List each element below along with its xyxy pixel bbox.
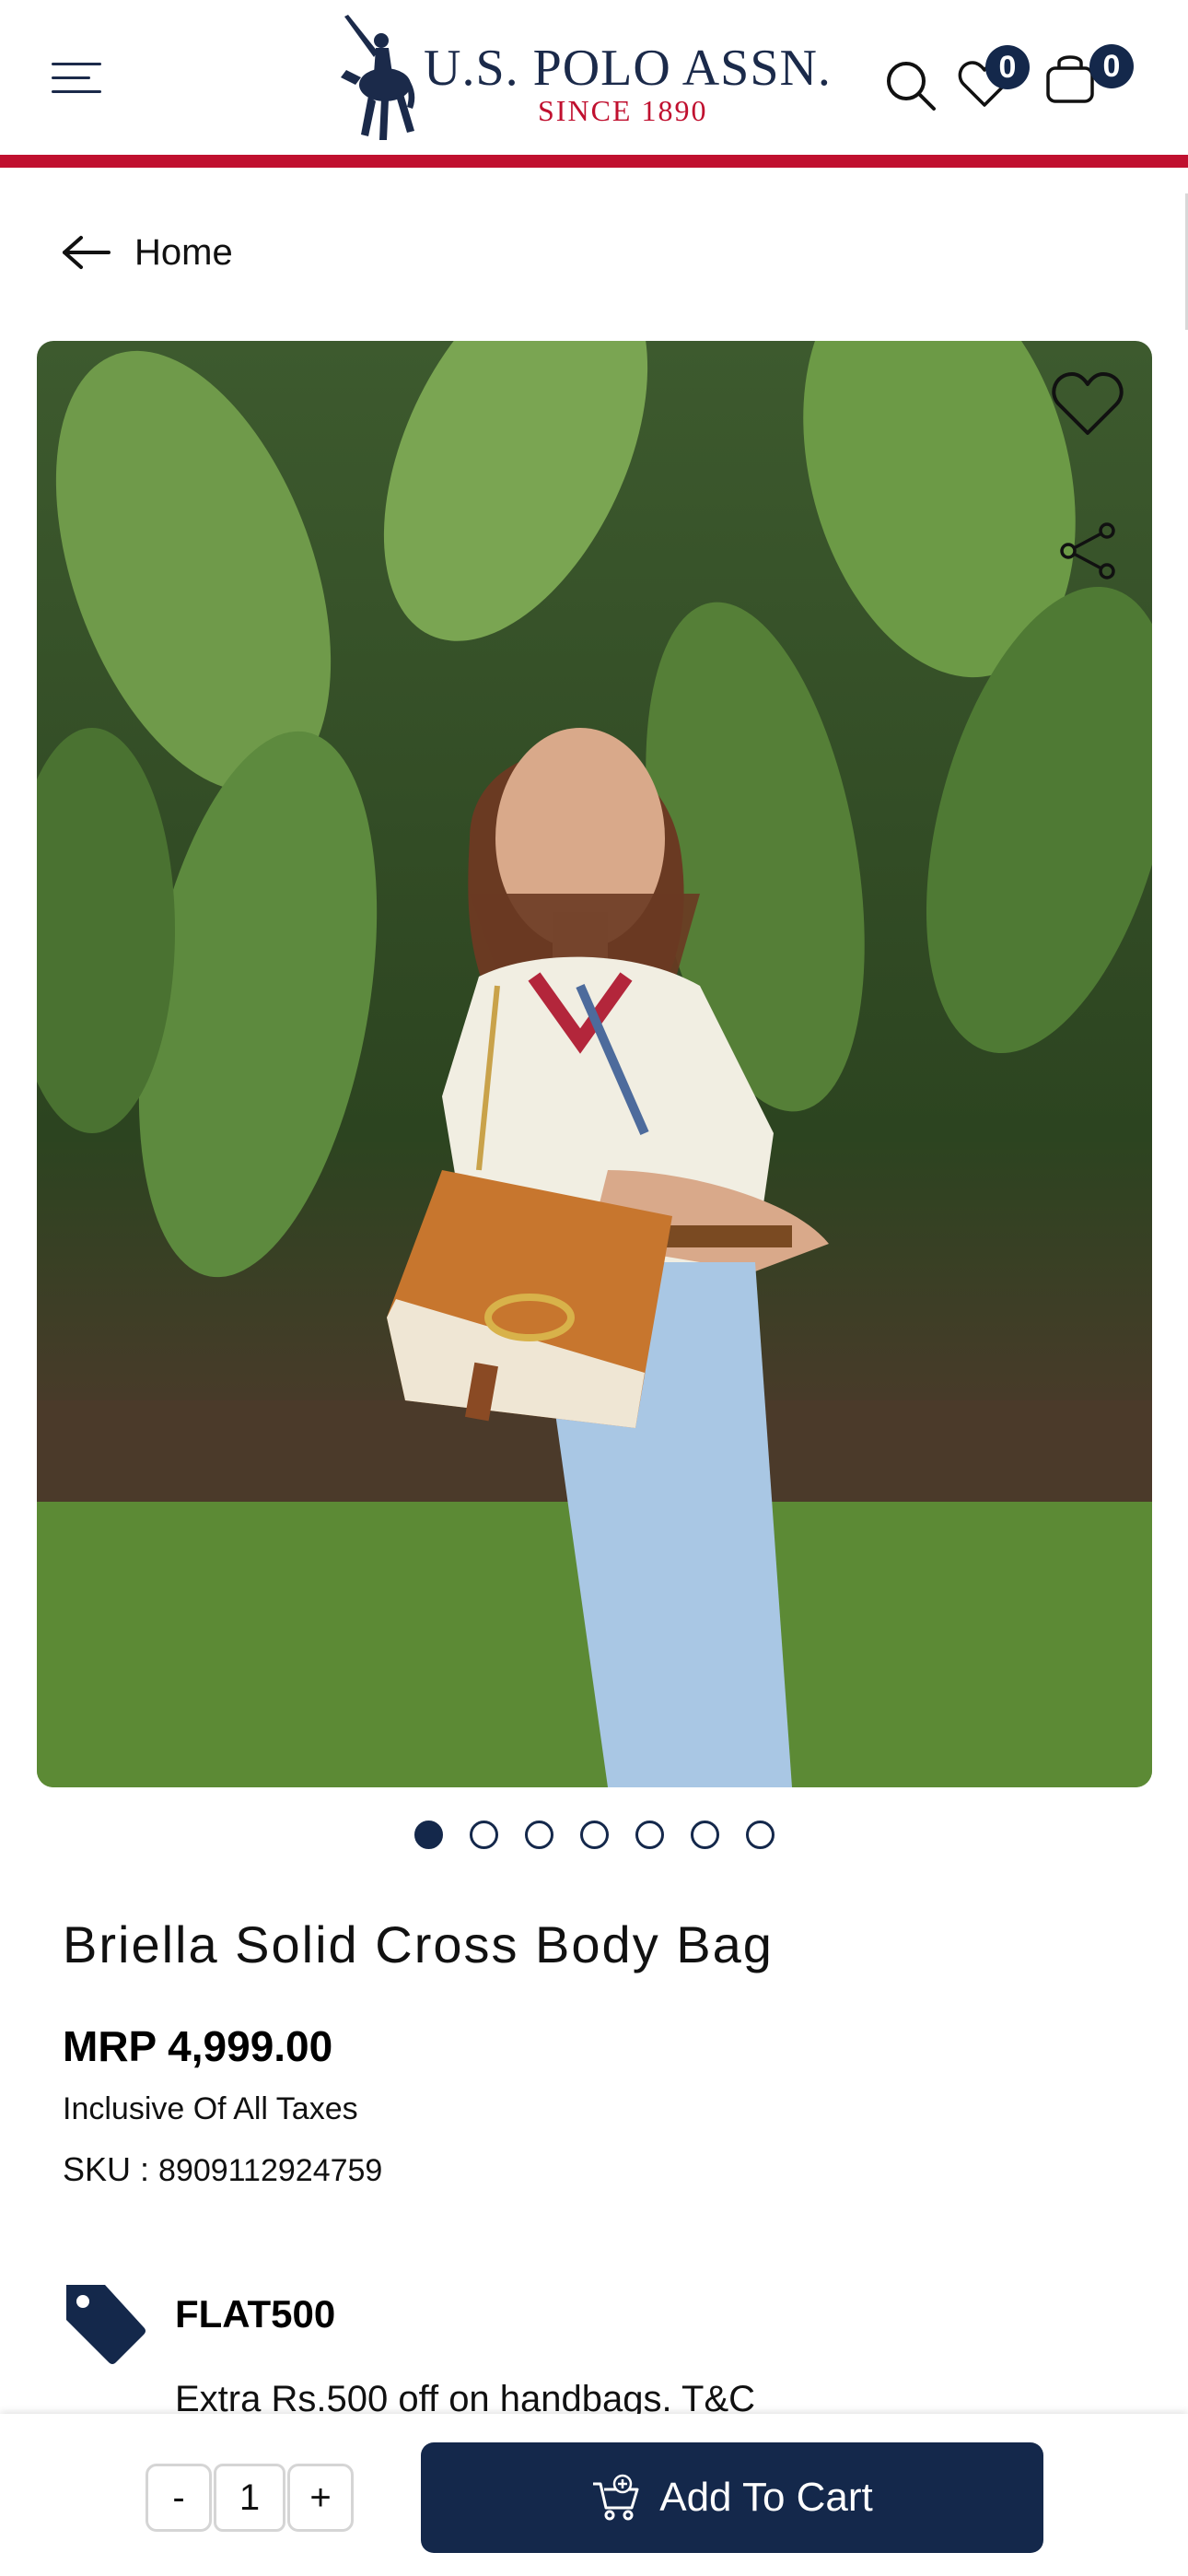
carousel-dot[interactable] [413,1821,443,1849]
quantity-value[interactable]: 1 [214,2464,285,2532]
wishlist-count-badge: 0 [985,45,1030,89]
carousel-dot[interactable] [690,1821,719,1849]
carousel-dot[interactable] [469,1821,498,1849]
carousel-dots [0,1821,1188,1849]
increase-quantity-button[interactable]: + [287,2464,354,2532]
add-to-cart-label: Add To Cart [659,2475,873,2520]
shopping-bag-icon[interactable] [1044,52,1096,105]
share-icon[interactable] [1059,521,1118,580]
product-price: MRP 4,999.00 [63,2022,333,2070]
carousel-dot[interactable] [635,1821,664,1849]
sku-value: 8909112924759 [158,2153,383,2188]
breadcrumb-home-link[interactable]: Home [134,232,233,274]
tax-note: Inclusive Of All Taxes [63,2091,358,2126]
header-accent-bar [0,155,1188,168]
carousel-dot[interactable] [579,1821,609,1849]
product-photo [37,341,1152,1787]
brand-logo[interactable]: U.S. POLO ASSN. SINCE 1890 [328,6,831,149]
carousel-dot[interactable] [745,1821,775,1849]
brand-name: U.S. POLO ASSN. [424,40,832,97]
price-tag-icon [66,2285,146,2364]
breadcrumb[interactable]: Home [61,225,233,280]
product-title: Briella Solid Cross Body Bag [63,1915,774,1973]
search-icon[interactable] [884,59,938,112]
sku-label: SKU : [63,2150,159,2188]
quantity-stepper: - 1 + [146,2464,354,2532]
back-arrow-icon[interactable] [61,234,112,271]
polo-player-icon [341,15,415,140]
decrease-quantity-button[interactable]: - [146,2464,212,2532]
carousel-dot[interactable] [524,1821,553,1849]
offer-code: FLAT500 [175,2292,336,2336]
product-sku: SKU : 8909112924759 [63,2150,382,2189]
site-header: U.S. POLO ASSN. SINCE 1890 0 0 [0,0,1188,155]
product-image[interactable] [37,341,1152,1787]
cart-count-badge: 0 [1089,44,1134,88]
brand-tagline: SINCE 1890 [538,94,708,127]
add-to-cart-button[interactable]: Add To Cart [421,2442,1043,2553]
cart-add-icon [593,2474,639,2521]
product-wishlist-heart-icon[interactable] [1050,369,1125,439]
menu-icon[interactable] [52,59,103,100]
